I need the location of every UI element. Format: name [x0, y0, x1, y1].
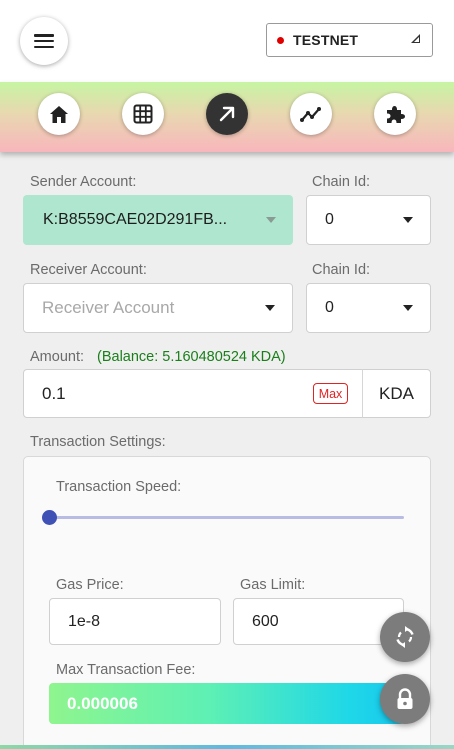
- receiver-chain-label: Chain Id:: [312, 262, 371, 278]
- amount-label: Amount:: [30, 349, 84, 365]
- receiver-chain-select[interactable]: 0: [306, 283, 431, 333]
- chevron-down-icon: [403, 305, 413, 311]
- balance-text: (Balance: 5.160480524 KDA): [97, 349, 286, 365]
- network-label: TESTNET: [293, 32, 359, 48]
- gas-price-input[interactable]: 1e-8: [49, 598, 221, 645]
- max-fee-label: Max Transaction Fee:: [56, 662, 196, 678]
- receiver-chain-value: 0: [325, 299, 334, 316]
- receiver-account-placeholder: Receiver Account: [42, 298, 175, 317]
- home-icon: [50, 105, 68, 123]
- gas-price-label: Gas Price:: [56, 577, 124, 593]
- lock-icon: [397, 688, 413, 709]
- nav-bar: [0, 82, 454, 152]
- hamburger-menu-button[interactable]: [20, 17, 68, 65]
- chart-line-icon: [300, 107, 321, 122]
- top-bar: TESTNET: [0, 0, 454, 82]
- transaction-settings-label: Transaction Settings:: [30, 434, 166, 450]
- bottom-strip: [0, 745, 454, 749]
- receiver-account-label: Receiver Account:: [30, 262, 147, 278]
- transaction-speed-slider[interactable]: [49, 516, 404, 519]
- slider-thumb[interactable]: [42, 510, 57, 525]
- max-fee-display: 0.000006: [49, 683, 404, 724]
- amount-value: 0.1: [42, 383, 66, 403]
- amount-input[interactable]: 0.1: [23, 369, 363, 418]
- refresh-icon: [396, 626, 414, 648]
- transaction-speed-label: Transaction Speed:: [56, 479, 182, 495]
- gas-price-value: 1e-8: [68, 612, 101, 630]
- receiver-account-select[interactable]: Receiver Account: [23, 283, 293, 333]
- nav-grid-button[interactable]: [122, 93, 164, 135]
- network-selector[interactable]: TESTNET: [266, 23, 433, 57]
- sender-account-value: K:B8559CAE02D291FB...: [43, 211, 228, 228]
- refresh-button[interactable]: [380, 612, 430, 662]
- chevron-down-icon: [265, 305, 275, 311]
- gas-limit-input[interactable]: 600: [233, 598, 404, 645]
- nav-chart-button[interactable]: [290, 93, 332, 135]
- nav-send-button[interactable]: [206, 93, 248, 135]
- gas-limit-value: 600: [252, 612, 279, 630]
- max-button[interactable]: Max: [313, 383, 348, 404]
- sender-account-select[interactable]: K:B8559CAE02D291FB...: [23, 195, 293, 245]
- grid-icon: [133, 104, 153, 124]
- amount-unit: KDA: [362, 369, 431, 418]
- max-fee-value: 0.000006: [67, 693, 138, 713]
- chevron-down-icon: [266, 217, 276, 223]
- network-status-dot: [277, 36, 284, 44]
- nav-extensions-button[interactable]: [374, 93, 416, 135]
- select-corner-icon: [411, 34, 420, 43]
- chevron-down-icon: [403, 217, 413, 223]
- puzzle-icon: [386, 105, 405, 123]
- gas-limit-label: Gas Limit:: [240, 577, 306, 593]
- sender-account-label: Sender Account:: [30, 174, 137, 190]
- send-arrow-icon: [219, 106, 235, 122]
- sender-chain-value: 0: [325, 211, 334, 228]
- sender-chain-select[interactable]: 0: [306, 195, 431, 245]
- nav-home-button[interactable]: [38, 93, 80, 135]
- hamburger-icon: [34, 34, 54, 48]
- sender-chain-label: Chain Id:: [312, 174, 371, 190]
- lock-button[interactable]: [380, 674, 430, 724]
